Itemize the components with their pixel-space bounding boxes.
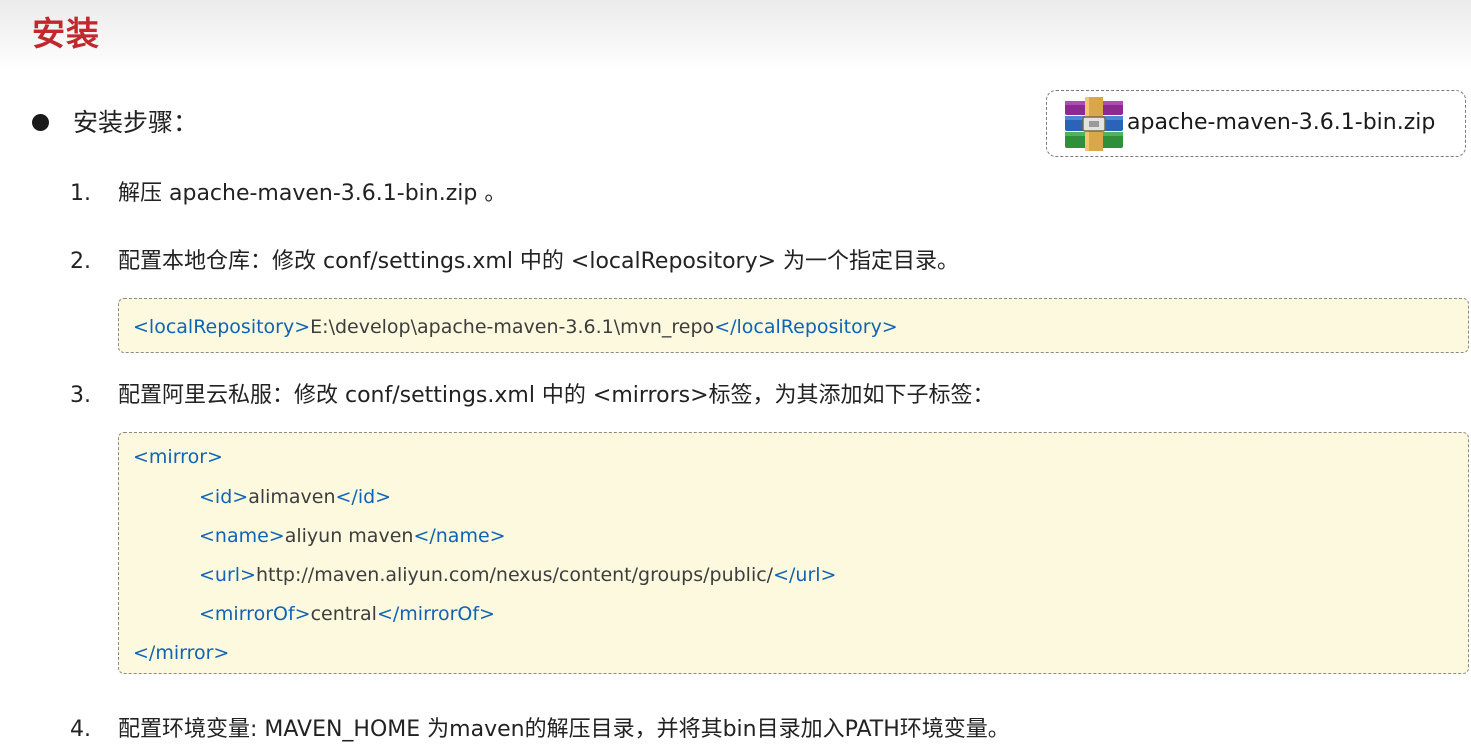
xml-tag: <name> — [199, 525, 285, 547]
xml-value: aliyun maven — [284, 525, 414, 547]
xml-tag: <id> — [199, 486, 249, 508]
xml-tag: <localRepository> — [133, 316, 311, 338]
xml-tag: </url> — [773, 564, 837, 586]
code-line: <mirror> — [133, 443, 223, 471]
zip-filename: apache-maven-3.6.1-bin.zip — [1127, 110, 1436, 135]
xml-value: E:\develop\apache-maven-3.6.1\mvn_repo — [310, 316, 715, 338]
zip-file-callout: apache-maven-3.6.1-bin.zip — [1046, 90, 1466, 157]
xml-tag: </mirrorOf> — [376, 603, 495, 625]
step-1: 1. 解压 apache-maven-3.6.1-bin.zip 。 — [70, 176, 506, 212]
code-line: </mirror> — [133, 639, 229, 667]
bullet-dot-icon — [32, 114, 49, 131]
step-text: 配置阿里云私服：修改 conf/settings.xml 中的 <mirrors… — [118, 383, 995, 408]
page-title: 安装 — [32, 14, 100, 53]
code-line: <id>alimaven</id> — [199, 483, 391, 511]
step-number: 4. — [70, 717, 91, 742]
code-line: <localRepository>E:\develop\apache-maven… — [133, 313, 898, 341]
step-2: 2. 配置本地仓库：修改 conf/settings.xml 中的 <localR… — [70, 244, 959, 280]
step-number: 2. — [70, 249, 91, 274]
xml-tag: <mirrorOf> — [199, 603, 311, 625]
xml-tag: </name> — [413, 525, 506, 547]
xml-tag: </mirror> — [133, 642, 230, 664]
title-bar: 安装 — [0, 0, 1471, 72]
xml-value: alimaven — [248, 486, 336, 508]
xml-tag: </id> — [335, 486, 392, 508]
xml-tag: <url> — [199, 564, 256, 586]
code-line: <mirrorOf>central</mirrorOf> — [199, 600, 495, 628]
step-number: 1. — [70, 181, 91, 206]
step-text: 解压 apache-maven-3.6.1-bin.zip 。 — [118, 181, 507, 206]
step-4: 4. 配置环境变量: MAVEN_HOME 为maven的解压目录，并将其bin目… — [70, 712, 1010, 748]
winrar-archive-icon — [1065, 97, 1123, 151]
code-line: <url>http://maven.aliyun.com/nexus/conte… — [199, 561, 836, 589]
code-block-mirror: <mirror> <id>alimaven</id> <name>aliyun … — [118, 432, 1469, 674]
xml-value: central — [310, 603, 377, 625]
code-block-local-repository: <localRepository>E:\develop\apache-maven… — [118, 298, 1469, 353]
slide: 安装 安装步骤： apache-maven-3.6.1-bin.zip 1. 解压… — [0, 0, 1471, 748]
step-number: 3. — [70, 383, 91, 408]
step-3: 3. 配置阿里云私服：修改 conf/settings.xml 中的 <mirro… — [70, 378, 995, 414]
xml-value: http://maven.aliyun.com/nexus/content/gr… — [255, 564, 774, 586]
xml-tag: <mirror> — [133, 446, 223, 468]
code-line: <name>aliyun maven</name> — [199, 522, 506, 550]
xml-tag: </localRepository> — [714, 316, 898, 338]
bullet-heading: 安装步骤： — [73, 108, 199, 137]
step-text: 配置环境变量: MAVEN_HOME 为maven的解压目录，并将其bin目录加… — [118, 717, 1010, 742]
step-text: 配置本地仓库：修改 conf/settings.xml 中的 <localRep… — [118, 249, 960, 274]
